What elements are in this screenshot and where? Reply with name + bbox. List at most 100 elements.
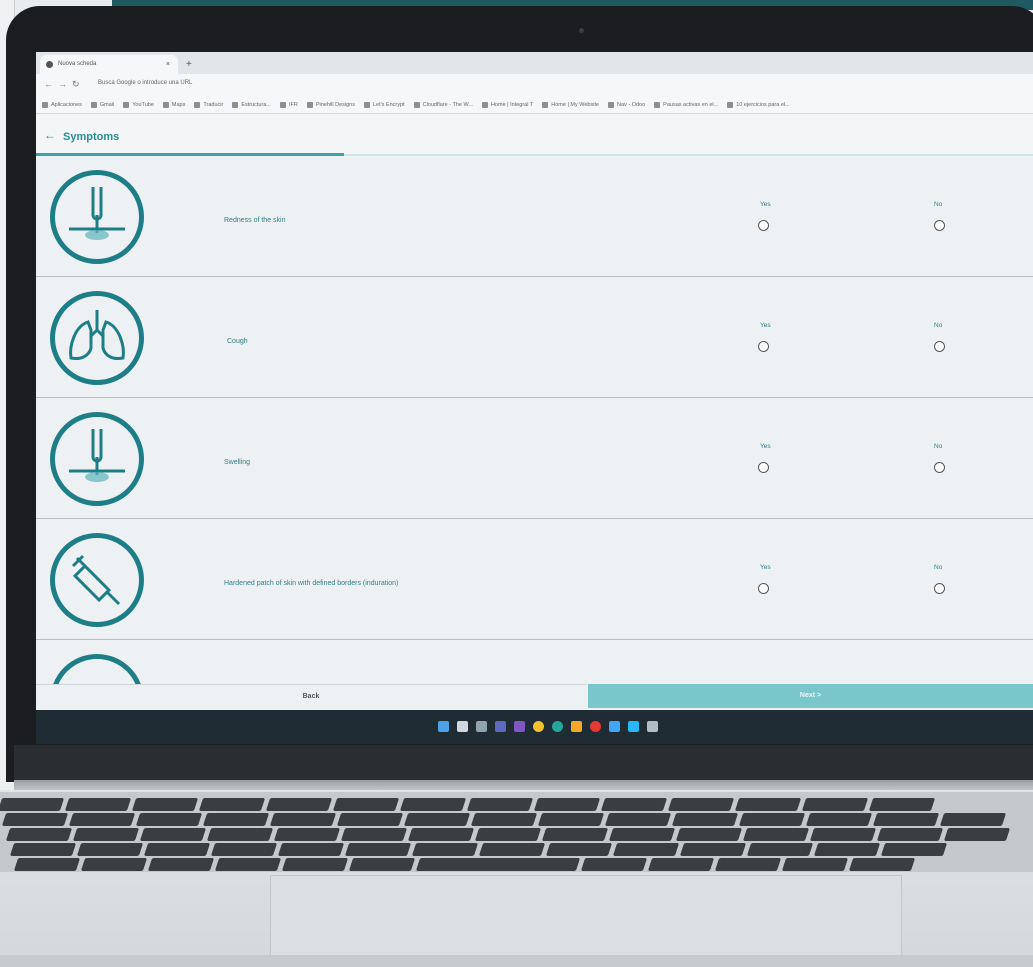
bookmark-label: Aplicaciones [51, 101, 82, 108]
keyboard-key [608, 828, 676, 841]
widgets-icon[interactable] [495, 721, 506, 732]
no-radio[interactable] [934, 220, 945, 231]
keyboard-key [738, 813, 806, 826]
bookmark-item[interactable]: Cloudflare - The W... [413, 101, 473, 108]
keyboard-key [781, 858, 849, 871]
browser-tab-bar: Nuova scheda × + [36, 52, 1033, 74]
keyboard-key [344, 843, 412, 856]
bookmark-icon [542, 101, 549, 108]
bookmark-icon [194, 101, 201, 108]
new-tab-button[interactable]: + [186, 55, 192, 74]
folder-icon[interactable] [571, 721, 582, 732]
bookmark-icon [162, 101, 169, 108]
bookmark-item[interactable]: YouTube [123, 101, 154, 108]
yes-label: Yes [760, 201, 771, 208]
back-button[interactable]: Back [36, 684, 586, 709]
yes-radio[interactable] [758, 583, 769, 594]
keyboard-key [1, 813, 69, 826]
syringe-icon [50, 533, 144, 627]
tab-close-icon[interactable]: × [166, 55, 170, 74]
keyboard-row [1, 813, 1007, 827]
keyboard-key [273, 828, 341, 841]
task-view-icon[interactable] [476, 721, 487, 732]
keyboard-key [848, 858, 916, 871]
keyboard-key [206, 828, 274, 841]
bookmark-item[interactable]: Pausas activas en el... [654, 101, 719, 108]
bookmarks-bar: Aplicaciones Gmail YouTube Maps Traducir Estr… [36, 96, 1033, 114]
symptom-row: Swelling Yes No [36, 398, 1033, 519]
reload-icon[interactable]: ↻ [72, 79, 80, 90]
chat-icon[interactable] [514, 721, 525, 732]
keyboard-row [5, 828, 1011, 842]
bookmark-item[interactable]: Traducir [194, 101, 223, 108]
symptom-row: Cough Yes No [36, 277, 1033, 398]
bookmark-label: Pausas activas en el... [663, 101, 719, 108]
no-radio[interactable] [934, 583, 945, 594]
forward-nav-icon[interactable]: → [58, 79, 67, 89]
keyboard-key [742, 828, 810, 841]
browser-tab[interactable]: Nuova scheda × [40, 55, 178, 74]
chrome-icon[interactable] [533, 721, 544, 732]
yes-label: Yes [760, 564, 771, 571]
keyboard-key [679, 843, 747, 856]
bookmark-item[interactable]: Gmail [90, 101, 115, 108]
bookmark-item[interactable]: Maps [162, 101, 186, 108]
bookmark-item[interactable]: Let's Encrypt [363, 101, 405, 108]
bookmark-item[interactable]: 10 ejercicios para el... [727, 101, 790, 108]
keyboard-row [9, 843, 948, 857]
no-label: No [934, 443, 943, 450]
keyboard-key [415, 858, 581, 871]
bookmark-item[interactable]: Aplicaciones [42, 101, 82, 108]
no-label: No [934, 201, 943, 208]
keyboard-key [265, 798, 333, 811]
url-input[interactable]: Busca Google o introduce una URL [98, 80, 192, 86]
keyboard-key [675, 828, 743, 841]
app-icon[interactable] [647, 721, 658, 732]
keyboard-key [281, 858, 349, 871]
next-button[interactable]: Next > [588, 684, 1033, 708]
edge-icon[interactable] [552, 721, 563, 732]
opera-icon[interactable] [590, 721, 601, 732]
laptop-edge [0, 955, 1033, 967]
yes-radio[interactable] [758, 220, 769, 231]
search-icon[interactable] [457, 721, 468, 732]
keyboard-key [872, 813, 940, 826]
keyboard-key [135, 813, 203, 826]
bookmark-item[interactable]: Estructura... [232, 101, 271, 108]
yes-radio[interactable] [758, 341, 769, 352]
bookmark-label: IFR [288, 101, 298, 108]
yes-radio[interactable] [758, 462, 769, 473]
bookmark-icon [654, 101, 661, 108]
skin-injection-icon [50, 170, 144, 264]
keyboard-key [399, 798, 467, 811]
bookmark-icon [90, 101, 97, 108]
bookmark-item[interactable]: Nav - Odoo [608, 101, 645, 108]
store-icon[interactable] [609, 721, 620, 732]
bookmark-icon [363, 101, 370, 108]
symptom-row-partial [36, 640, 1033, 684]
bookmark-label: Maps [171, 101, 186, 108]
symptom-label: Swelling [224, 459, 251, 466]
page-title: Symptoms [63, 131, 120, 143]
bookmark-label: Estructura... [241, 101, 271, 108]
keyboard-key [478, 843, 546, 856]
back-arrow-icon[interactable]: ← [44, 128, 56, 142]
no-radio[interactable] [934, 462, 945, 473]
no-radio[interactable] [934, 341, 945, 352]
app-icon[interactable] [628, 721, 639, 732]
back-nav-icon[interactable]: ← [44, 79, 53, 89]
symptom-icon [50, 654, 144, 684]
start-icon[interactable] [438, 721, 449, 732]
bookmark-label: Gmail [99, 101, 115, 108]
bookmark-item[interactable]: Home | Integral T [481, 101, 533, 108]
bookmark-item[interactable]: Home | My Website [542, 101, 599, 108]
bookmark-item[interactable]: Pinehill Designs [306, 101, 355, 108]
keyboard-key [801, 798, 869, 811]
keyboard-key [336, 813, 404, 826]
keyboard-key [64, 798, 132, 811]
keyboard-key [545, 843, 613, 856]
keyboard-key [13, 858, 81, 871]
bookmark-item[interactable]: IFR [279, 101, 298, 108]
os-taskbar [36, 710, 1033, 744]
keyboard-key [131, 798, 199, 811]
